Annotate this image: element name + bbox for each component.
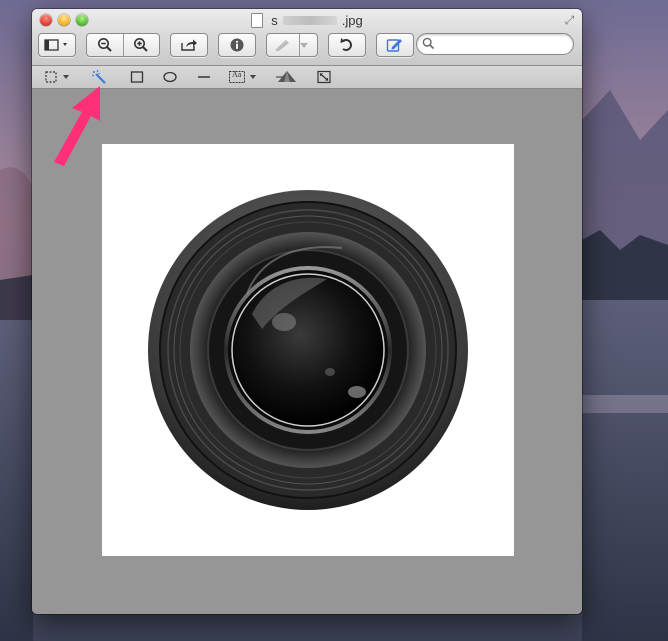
show-markup-toolbar-button[interactable] [376, 33, 414, 57]
line-tool[interactable] [196, 69, 212, 85]
dashed-rect-icon [45, 71, 69, 83]
adjust-color-tool[interactable] [276, 69, 298, 85]
sidebar-view-icon [44, 39, 67, 51]
title-bar: s .jpg ⤢ [32, 9, 582, 66]
markup-toolbar: Aa [32, 66, 582, 89]
view-menu-button[interactable] [38, 33, 76, 57]
search-icon [422, 37, 435, 50]
text-tool[interactable]: Aa [228, 69, 260, 85]
inspector-button[interactable] [218, 33, 256, 57]
preview-window: s .jpg ⤢ Aa [32, 9, 582, 614]
zoom-control [86, 33, 160, 57]
rectangle-icon [130, 71, 144, 83]
oval-icon [163, 71, 177, 83]
rectangle-tool[interactable] [130, 69, 144, 85]
redacted-filename [282, 16, 337, 25]
share-icon [181, 39, 197, 51]
zoom-out-button[interactable] [87, 37, 123, 53]
pencil-icon [386, 39, 402, 52]
rotate-button[interactable] [328, 33, 366, 57]
window-title: s .jpg [32, 13, 582, 28]
line-icon [198, 76, 210, 78]
adjust-size-tool[interactable] [316, 69, 332, 85]
resize-icon [317, 70, 331, 84]
fullscreen-icon[interactable]: ⤢ [563, 14, 576, 27]
title-prefix: s [271, 13, 278, 28]
search-field[interactable] [416, 33, 574, 55]
instant-alpha-tool[interactable] [90, 69, 110, 85]
zoom-out-icon [98, 38, 112, 52]
zoom-in-button[interactable] [123, 37, 159, 53]
zoom-separator [123, 34, 124, 56]
title-suffix: .jpg [341, 13, 363, 28]
text-tool-label: Aa [232, 70, 242, 79]
rotate-icon [340, 38, 352, 51]
document-icon [251, 13, 264, 28]
markup-shapes-button[interactable] [266, 33, 318, 57]
pen-disabled-icon [276, 40, 289, 51]
document-viewer [32, 89, 582, 614]
zoom-in-icon [134, 38, 148, 52]
info-icon [230, 38, 244, 52]
camera-lens-icon [148, 190, 468, 510]
prism-icon [276, 71, 296, 82]
share-button[interactable] [170, 33, 208, 57]
image-canvas[interactable] [102, 144, 514, 556]
magic-wand-icon [92, 70, 106, 84]
main-toolbar [38, 33, 576, 57]
search-input[interactable] [437, 36, 571, 53]
rectangular-selection-tool[interactable] [44, 69, 72, 85]
oval-tool[interactable] [162, 69, 178, 85]
pen-separator [299, 34, 300, 56]
